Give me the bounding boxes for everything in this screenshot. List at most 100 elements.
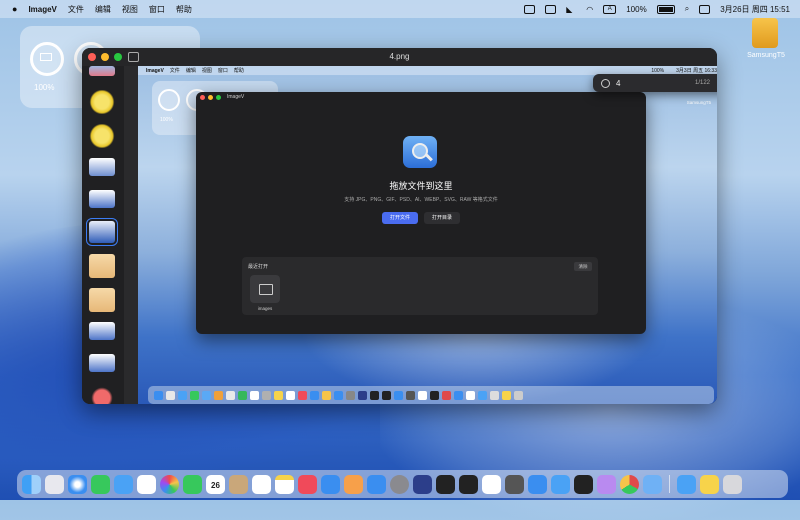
spotlight-search-icon[interactable]: ⌕ — [685, 4, 689, 14]
activity-monitor-icon[interactable] — [459, 474, 478, 494]
preview-widget-percent: 100% — [160, 117, 173, 123]
grid-status-icon[interactable] — [524, 4, 536, 14]
preview-dock-icon — [334, 390, 343, 400]
monitor-app-icon[interactable] — [551, 474, 570, 494]
preview-dock-icon — [166, 390, 175, 400]
image-preview[interactable]: ImageV 文件 编辑 视图 窗口 帮助 100% 3月3日 周五 16:33… — [138, 66, 717, 404]
system-settings-icon[interactable] — [390, 474, 409, 494]
apple-menu-icon[interactable]: ● — [12, 4, 17, 14]
preview-menu-item: 视图 — [201, 68, 212, 74]
supported-formats-text: 支持 JPG、PNG、GIF、PSD、AI、WEBP、SVG、RAW 等格式文件 — [344, 197, 498, 203]
pages-icon[interactable] — [344, 474, 363, 494]
window-titlebar[interactable]: 4.png — [82, 48, 717, 66]
recent-title: 最近打开 — [248, 264, 269, 270]
preview-dock-icon — [502, 390, 511, 400]
upload-app-icon[interactable] — [482, 474, 501, 494]
safari-icon[interactable] — [68, 474, 87, 494]
thumbnail-item[interactable] — [89, 354, 115, 372]
preview-dock-icon — [190, 390, 199, 400]
preview-dock-icon — [178, 390, 187, 400]
preview-battery: 100% — [651, 67, 665, 74]
preview-dock-icon — [262, 390, 271, 400]
preview-dock-icon — [370, 390, 379, 400]
drive-label[interactable]: SamsungT5 — [738, 52, 794, 59]
menu-bar: ● ImageV 文件 编辑 视图 窗口 帮助 ◣ ◠ A 100% ⌕ 3月2… — [0, 0, 800, 18]
folder-icon — [259, 284, 273, 295]
preview-drive-label: SamsungT5 — [686, 100, 711, 105]
open-folder-button[interactable]: 打开目录 — [424, 212, 460, 224]
recent-folder-item[interactable] — [250, 275, 280, 303]
app-store-icon[interactable] — [137, 474, 156, 494]
preview-dock-icon — [406, 390, 415, 400]
welcome-dialog: ImageV 拖放文件到这里 支持 JPG、PNG、GIF、PSD、AI、WEB… — [196, 92, 646, 334]
thumbnail-item[interactable] — [89, 66, 115, 76]
downloads-folder-icon[interactable] — [677, 474, 696, 494]
preview-menu-item: 窗口 — [217, 68, 228, 74]
thumbnail-item[interactable] — [89, 322, 115, 340]
xcode-icon[interactable] — [367, 474, 386, 494]
preview-dock-icon — [346, 390, 355, 400]
thumbnail-item[interactable] — [89, 124, 115, 148]
input-method-icon[interactable]: A — [603, 4, 617, 14]
keynote-icon[interactable] — [321, 474, 340, 494]
control-center-icon[interactable] — [699, 4, 711, 14]
notes-icon[interactable] — [275, 474, 294, 494]
chrome-icon[interactable] — [620, 474, 639, 494]
music-icon[interactable] — [298, 474, 317, 494]
preview-dock-icon — [442, 390, 451, 400]
thumbnail-item[interactable] — [89, 158, 115, 176]
clear-recent-button[interactable]: 清除 — [574, 262, 592, 271]
trash-icon[interactable] — [723, 474, 742, 494]
menu-file[interactable]: 文件 — [68, 4, 84, 15]
menubar-datetime[interactable]: 3月26日 周四 15:51 — [720, 4, 790, 15]
thumbnail-sidebar[interactable] — [82, 66, 124, 404]
preview-dock-icon — [418, 390, 427, 400]
search-result-count: 1/122 — [694, 80, 710, 86]
folder-stack-icon[interactable] — [700, 474, 719, 494]
launchpad-icon[interactable] — [45, 474, 64, 494]
sidebar-divider[interactable] — [124, 66, 138, 404]
menu-view[interactable]: 视图 — [122, 4, 138, 15]
menu-edit[interactable]: 编辑 — [95, 4, 111, 15]
finder-icon[interactable] — [22, 474, 41, 494]
cat-status-icon[interactable]: ◣ — [566, 5, 576, 14]
facetime-icon[interactable] — [183, 474, 202, 494]
calendar-icon[interactable]: 26 — [206, 474, 225, 494]
terminal-icon[interactable] — [436, 474, 455, 494]
dock: 26 — [17, 470, 788, 498]
tools-app-icon[interactable] — [528, 474, 547, 494]
menu-window[interactable]: 窗口 — [149, 4, 165, 15]
mail-icon[interactable] — [114, 474, 133, 494]
thumbnail-item[interactable] — [89, 190, 115, 208]
preview-zoom-dot — [216, 94, 221, 100]
preview-dock-icon — [250, 390, 259, 400]
preview-dock-icon — [154, 390, 163, 400]
thumbnail-item-selected[interactable] — [86, 218, 118, 246]
dock-separator — [669, 475, 670, 493]
external-drive-icon[interactable] — [752, 18, 778, 48]
menu-help[interactable]: 帮助 — [176, 4, 192, 15]
preview-dock-icon — [478, 390, 487, 400]
preview-dock — [148, 386, 714, 404]
console-app-icon[interactable] — [574, 474, 593, 494]
photos-icon[interactable] — [160, 474, 179, 494]
messages-icon[interactable] — [91, 474, 110, 494]
preview-app-icon[interactable] — [643, 474, 662, 494]
thumbnail-item[interactable] — [89, 254, 115, 278]
preview-dock-icon — [394, 390, 403, 400]
contacts-icon[interactable] — [229, 474, 248, 494]
search-input[interactable] — [616, 78, 676, 88]
raccoon-app-icon[interactable] — [505, 474, 524, 494]
reminders-icon[interactable] — [252, 474, 271, 494]
thumbnail-item[interactable] — [89, 288, 115, 312]
clover-status-icon[interactable] — [545, 4, 557, 14]
thumbnail-item[interactable] — [89, 386, 115, 404]
recent-folder-label[interactable]: images — [246, 306, 284, 311]
wifi-icon[interactable]: ◠ — [586, 5, 593, 14]
thumbnail-item[interactable] — [89, 90, 115, 114]
imagev-dock-icon[interactable] — [413, 474, 432, 494]
app-menu[interactable]: ImageV — [28, 5, 56, 14]
open-file-button[interactable]: 打开文件 — [382, 212, 418, 224]
battery-icon[interactable] — [656, 4, 675, 14]
cat-app-icon[interactable] — [597, 474, 616, 494]
